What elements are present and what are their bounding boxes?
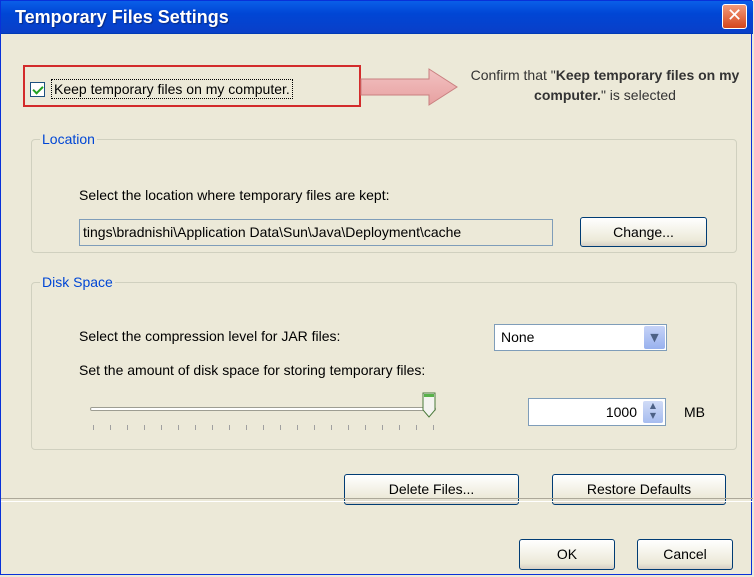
spin-down-icon[interactable]: ▼ xyxy=(643,411,663,421)
temporary-files-dialog: Temporary Files Settings ✕ Keep temporar… xyxy=(0,0,753,575)
keep-files-checkbox[interactable] xyxy=(30,81,45,97)
disk-space-spinner[interactable]: 1000 ▲ ▼ xyxy=(528,398,666,426)
compression-label: Select the compression level for JAR fil… xyxy=(79,328,341,344)
slider-tick xyxy=(416,425,417,430)
close-button[interactable]: ✕ xyxy=(722,4,747,29)
disk-space-label: Set the amount of disk space for storing… xyxy=(79,362,426,378)
slider-tick xyxy=(127,425,128,430)
slider-tick xyxy=(433,425,434,430)
chevron-down-icon[interactable]: ▼ xyxy=(644,326,665,349)
slider-thumb[interactable] xyxy=(422,392,436,418)
spin-up-icon[interactable]: ▲ xyxy=(643,401,663,411)
slider-tick xyxy=(314,425,315,430)
slider-tick xyxy=(144,425,145,430)
unit-label: MB xyxy=(684,404,705,420)
disk-space-value[interactable]: 1000 xyxy=(606,404,637,420)
slider-tick xyxy=(382,425,383,430)
callout-arrow-icon xyxy=(360,68,458,106)
keep-files-option[interactable]: Keep temporary files on my computer. xyxy=(30,79,293,99)
slider-tick xyxy=(212,425,213,430)
slider-tick xyxy=(93,425,94,430)
disk-space-slider[interactable] xyxy=(90,390,440,430)
slider-tick xyxy=(178,425,179,430)
location-group: Location Select the location where tempo… xyxy=(31,131,737,253)
slider-tick xyxy=(246,425,247,430)
slider-tick xyxy=(297,425,298,430)
window-title: Temporary Files Settings xyxy=(15,7,229,27)
slider-tick xyxy=(110,425,111,430)
spinner-arrows[interactable]: ▲ ▼ xyxy=(643,401,663,423)
separator xyxy=(1,498,753,502)
compression-value: None xyxy=(501,329,535,345)
close-icon: ✕ xyxy=(726,5,743,26)
slider-tick xyxy=(399,425,400,430)
slider-tick xyxy=(161,425,162,430)
ok-button[interactable]: OK xyxy=(519,539,615,570)
slider-tick xyxy=(348,425,349,430)
slider-tick xyxy=(365,425,366,430)
location-legend: Location xyxy=(42,131,95,147)
cancel-button[interactable]: Cancel xyxy=(637,539,733,570)
slider-tick xyxy=(195,425,196,430)
slider-tick xyxy=(331,425,332,430)
slider-tick xyxy=(280,425,281,430)
location-path-field[interactable]: tings\bradnishi\Application Data\Sun\Jav… xyxy=(79,219,553,246)
disk-space-legend: Disk Space xyxy=(42,274,113,290)
slider-ticks xyxy=(90,425,436,430)
slider-tick xyxy=(263,425,264,430)
disk-space-group: Disk Space Select the compression level … xyxy=(31,274,737,450)
keep-files-label[interactable]: Keep temporary files on my computer. xyxy=(51,79,293,99)
slider-tick xyxy=(229,425,230,430)
slider-track[interactable] xyxy=(90,407,436,411)
compression-select[interactable]: None ▼ xyxy=(494,324,667,351)
change-button[interactable]: Change... xyxy=(580,217,707,247)
callout-text: Confirm that "Keep temporary files on my… xyxy=(470,67,740,103)
title-bar[interactable]: Temporary Files Settings ✕ xyxy=(1,1,753,34)
location-instruction: Select the location where temporary file… xyxy=(79,187,390,203)
